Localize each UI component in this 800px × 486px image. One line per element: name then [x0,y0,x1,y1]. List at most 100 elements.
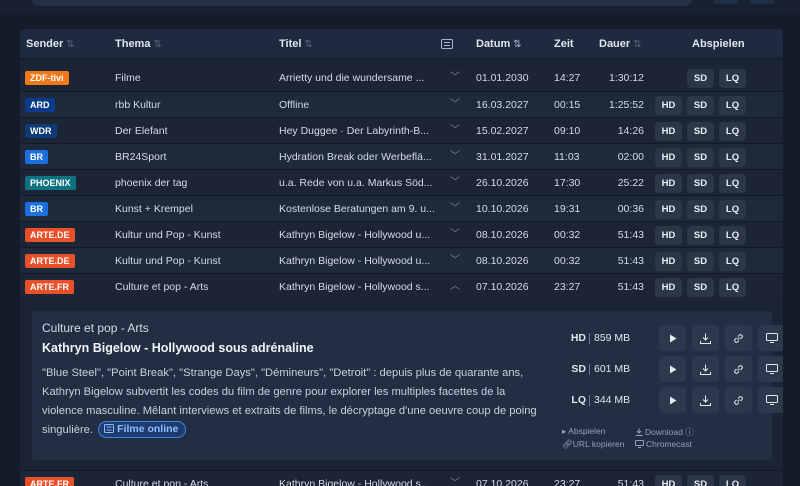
description-toggle-icon[interactable] [441,29,453,59]
chevron-down-icon[interactable]: ﹀ [448,170,462,196]
play-lq-button[interactable]: LQ [719,278,746,297]
play-sd-button[interactable]: SD [687,148,714,167]
download-icon [700,395,711,406]
table-row[interactable]: ARTE.DE Kultur und Pop - Kunst Kathryn Big… [20,221,783,247]
sort-icon: ⇅ [153,39,162,50]
cell-dauer: 25:22 [617,177,644,189]
cell-titel: Kostenlose Beratungen am 9. u... [279,203,435,215]
play-lq-button[interactable]: LQ [719,122,746,141]
play-sd-button[interactable]: SD [687,278,714,297]
play-button[interactable] [659,325,686,351]
chevron-down-icon[interactable]: ﹀ [448,92,462,118]
legend-play: ▸ Abspielen [562,426,606,436]
cell-datum: 10.10.2026 [476,203,529,215]
play-button[interactable] [659,356,686,382]
quality-separator [589,364,590,375]
play-sd-button[interactable]: SD [687,122,714,141]
play-lq-button[interactable]: LQ [719,475,746,486]
chevron-down-icon[interactable]: ﹀ [448,65,462,91]
download-button[interactable] [692,387,719,413]
cell-datum: 31.01.2027 [476,151,529,163]
copy-url-button[interactable] [725,325,752,351]
quality-label: LQ [571,394,586,406]
table-row[interactable]: ARTE.FR Culture et pop - Arts Kathryn Bige… [20,273,783,299]
top-toolbar [0,0,800,14]
sender-badge: BR [25,202,48,216]
chevron-down-icon[interactable]: ﹀ [448,471,462,486]
table-row[interactable]: WDR Der Elefant Hey Duggee · Der Labyrinth… [20,117,783,143]
cell-dauer: 14:26 [617,125,644,137]
toolbar-button-1[interactable] [713,0,739,4]
filme-online-link[interactable]: Filme online [98,421,187,438]
play-hd-button[interactable]: HD [655,148,682,167]
play-hd-button[interactable]: HD [655,226,682,245]
info-icon: ⓘ [685,427,694,437]
cell-thema: phoenix der tag [115,177,188,189]
play-hd-button[interactable]: HD [655,278,682,297]
table-row[interactable]: ARTE.DE Kultur und Pop - Kunst Kathryn Big… [20,247,783,273]
play-sd-button[interactable]: SD [687,96,714,115]
cell-datum: 07.10.2026 [476,281,529,293]
play-lq-button[interactable]: LQ [719,96,746,115]
table-row[interactable]: ARD rbb Kultur Offline 16.03.2027 00:15 1:25:… [20,91,783,117]
table-row[interactable]: ZDF-tivi Filme Arrietty und die wundersame… [20,65,783,91]
download-icon [635,428,643,436]
sort-active-icon: ⇅ [513,39,522,50]
play-sd-button[interactable]: SD [687,174,714,193]
play-hd-button[interactable]: HD [655,122,682,141]
play-sd-button[interactable]: SD [687,226,714,245]
chevron-up-icon[interactable]: ︿ [448,274,462,300]
column-header-titel[interactable]: Titel ⇅ [279,29,313,59]
chevron-down-icon[interactable]: ﹀ [448,144,462,170]
table-row[interactable]: BR BR24Sport Hydration Break oder Werbeflä… [20,143,783,169]
legend-download: Download ⓘ [635,426,694,438]
chromecast-button[interactable] [758,356,783,382]
table-row[interactable]: BR Kunst + Krempel Kostenlose Beratungen a… [20,195,783,221]
play-hd-button[interactable]: HD [655,200,682,219]
column-header-dauer[interactable]: Dauer ⇅ [599,29,642,59]
play-hd-button[interactable]: HD [655,475,682,486]
column-header-datum[interactable]: Datum ⇅ [476,29,522,59]
play-lq-button[interactable]: LQ [719,148,746,167]
play-icon [669,396,677,405]
play-hd-button[interactable]: HD [655,96,682,115]
download-button[interactable] [692,325,719,351]
play-lq-button[interactable]: LQ [719,200,746,219]
column-header-sender[interactable]: Sender ⇅ [26,29,75,59]
column-header-thema[interactable]: Thema ⇅ [115,29,162,59]
cell-titel: Hey Duggee · Der Labyrinth-B... [279,125,429,137]
download-button[interactable] [692,356,719,382]
table-row[interactable]: ARTE.FR Culture et pop - Arts Kathryn Bige… [20,470,783,486]
chromecast-button[interactable] [758,387,783,413]
chromecast-button[interactable] [758,325,783,351]
play-sd-button[interactable]: SD [687,200,714,219]
download-icon [700,364,711,375]
cell-dauer: 1:30:12 [608,72,644,84]
cell-dauer: 51:43 [617,255,644,267]
copy-url-button[interactable] [725,387,752,413]
play-lq-button[interactable]: LQ [719,226,746,245]
sender-badge: ARTE.DE [25,228,75,242]
search-input[interactable] [32,0,692,6]
table-row[interactable]: PHOENIX phoenix der tag u.a. Rede von u.a.… [20,169,783,195]
toolbar-button-2[interactable] [749,0,775,4]
cell-datum: 07.10.2026 [476,478,529,486]
chevron-down-icon[interactable]: ﹀ [448,222,462,248]
sort-icon: ⇅ [304,39,313,50]
detail-panel: Culture et pop - Arts Kathryn Bigelow - … [32,311,783,460]
chevron-down-icon[interactable]: ﹀ [448,118,462,144]
chevron-down-icon[interactable]: ﹀ [448,248,462,274]
play-sd-button[interactable]: SD [687,69,714,88]
play-hd-button[interactable]: HD [655,252,682,271]
chevron-down-icon[interactable]: ﹀ [448,196,462,222]
play-lq-button[interactable]: LQ [719,174,746,193]
play-lq-button[interactable]: LQ [719,252,746,271]
play-hd-button[interactable]: HD [655,174,682,193]
play-sd-button[interactable]: SD [687,252,714,271]
play-lq-button[interactable]: LQ [719,69,746,88]
cell-datum: 26.10.2026 [476,177,529,189]
copy-url-button[interactable] [725,356,752,382]
play-sd-button[interactable]: SD [687,475,714,486]
play-button[interactable] [659,387,686,413]
column-header-zeit[interactable]: Zeit [554,29,574,59]
